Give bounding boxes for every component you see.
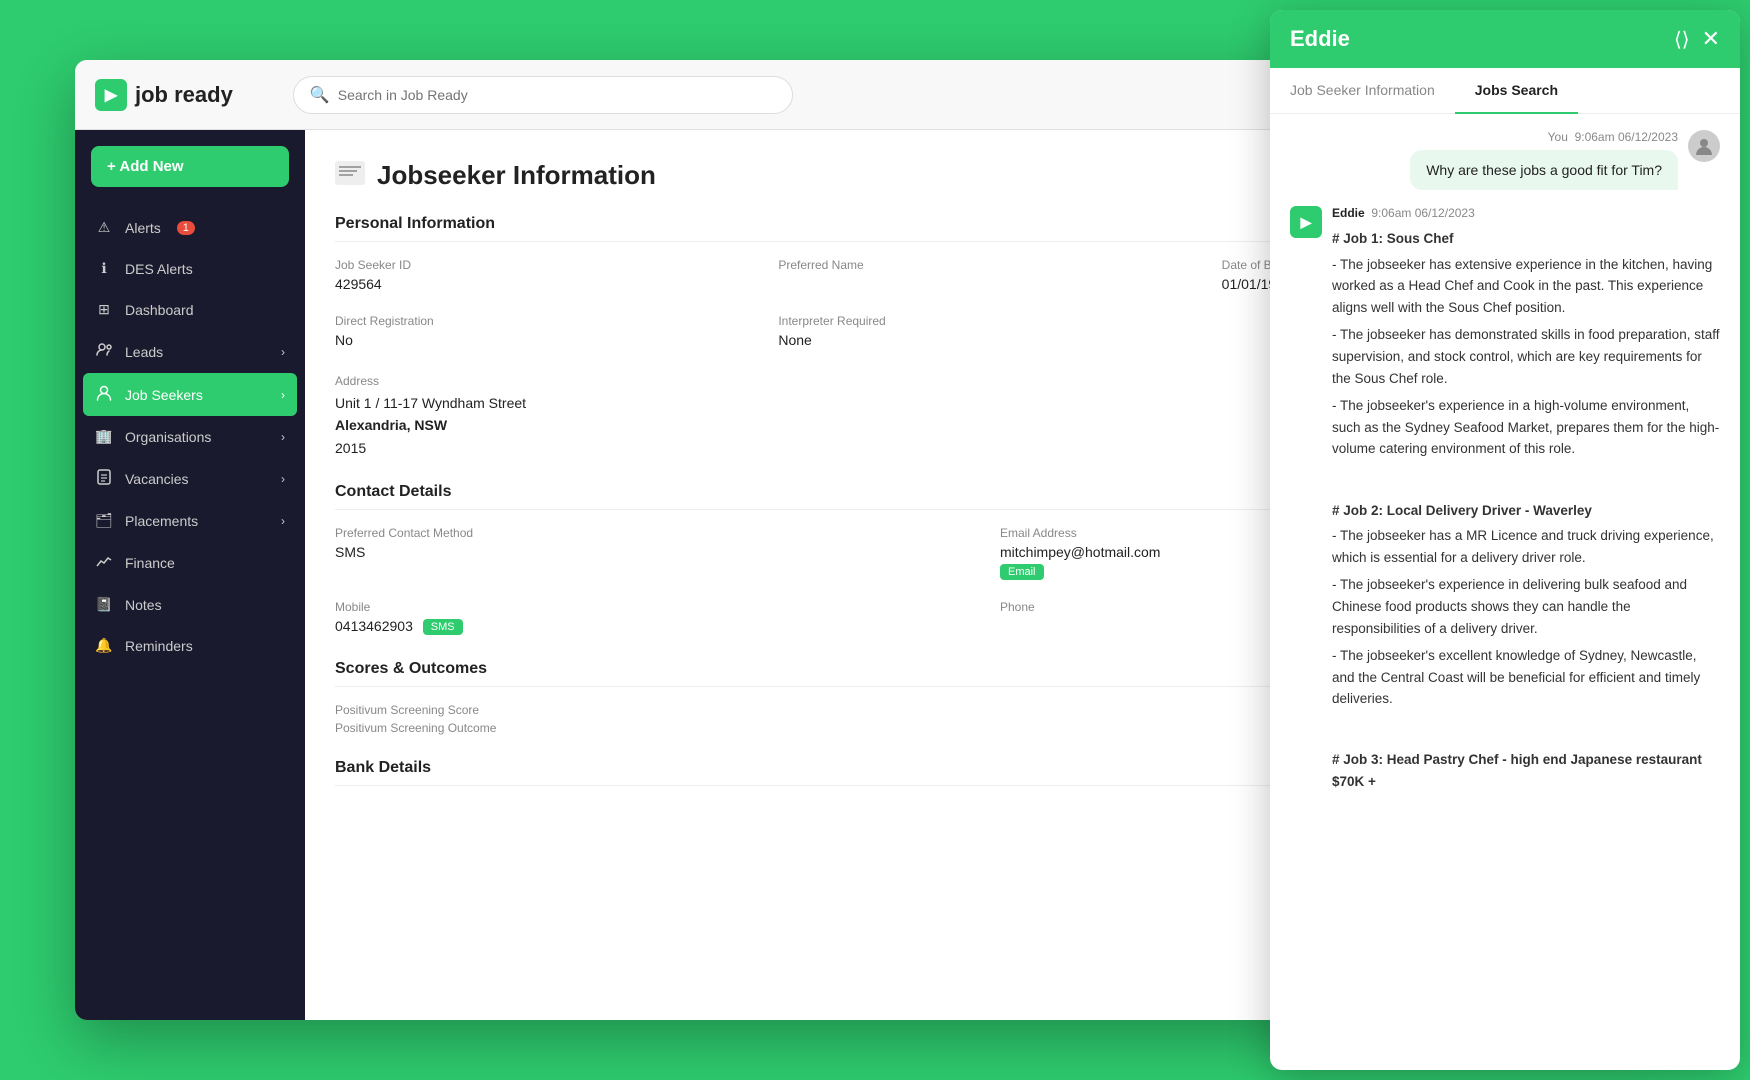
alerts-badge: 1 <box>177 221 195 235</box>
search-bar[interactable]: 🔍 <box>293 76 793 114</box>
sidebar-item-alerts[interactable]: ⚠ Alerts 1 <box>75 207 305 248</box>
placements-chevron-icon: › <box>281 514 285 528</box>
sidebar-label-alerts: Alerts <box>125 220 161 236</box>
sidebar-label-vacancies: Vacancies <box>125 471 189 487</box>
sidebar-item-reminders[interactable]: 🔔 Reminders <box>75 625 305 666</box>
user-time: 9:06am 06/12/2023 <box>1575 130 1678 144</box>
alert-icon: ⚠ <box>95 219 113 236</box>
sidebar-item-leads[interactable]: Leads › <box>75 330 305 373</box>
job-seekers-icon <box>95 385 113 404</box>
interpreter-value: None <box>778 332 811 348</box>
eddie-tabs: Job Seeker Information Jobs Search <box>1270 68 1740 114</box>
eddie-messages: You 9:06am 06/12/2023 Why are these jobs… <box>1270 114 1740 1070</box>
eddie-message-meta: Eddie 9:06am 06/12/2023 <box>1332 206 1720 220</box>
sidebar-item-des-alerts[interactable]: ℹ DES Alerts <box>75 248 305 289</box>
jobseeker-id-value: 429564 <box>335 276 382 292</box>
eddie-code-icon[interactable]: ⟨⟩ <box>1674 27 1690 52</box>
direct-reg-field: Direct Registration No <box>335 314 758 350</box>
leads-icon <box>95 342 113 361</box>
add-new-button[interactable]: + Add New <box>91 146 289 187</box>
mobile-number: 0413462903 <box>335 618 413 634</box>
tab-job-seeker-info[interactable]: Job Seeker Information <box>1270 68 1455 114</box>
search-input[interactable] <box>338 87 776 103</box>
sidebar-label-organisations: Organisations <box>125 429 211 445</box>
sidebar-item-finance[interactable]: Finance <box>75 541 305 584</box>
eddie-close-icon[interactable]: ✕ <box>1702 26 1720 52</box>
direct-reg-label: Direct Registration <box>335 314 758 328</box>
des-alerts-icon: ℹ <box>95 260 113 277</box>
sidebar-item-placements[interactable]: 🗂 Placements › <box>75 500 305 541</box>
user-sender: You <box>1548 130 1568 144</box>
sidebar-label-des-alerts: DES Alerts <box>125 261 193 277</box>
vacancies-chevron-icon: › <box>281 472 285 486</box>
user-message-meta: You 9:06am 06/12/2023 <box>1410 130 1678 144</box>
user-avatar <box>1688 130 1720 162</box>
tab-jobs-search[interactable]: Jobs Search <box>1455 68 1578 114</box>
vacancies-icon <box>95 469 113 488</box>
page-title-icon <box>335 161 365 191</box>
logo-icon: ▶ <box>95 79 127 111</box>
organisations-chevron-icon: › <box>281 430 285 444</box>
sidebar-item-dashboard[interactable]: ⊞ Dashboard <box>75 289 305 330</box>
eddie-time: 9:06am 06/12/2023 <box>1371 206 1474 220</box>
eddie-header: Eddie ⟨⟩ ✕ <box>1270 10 1740 68</box>
reminders-icon: 🔔 <box>95 637 113 654</box>
dashboard-icon: ⊞ <box>95 301 113 318</box>
eddie-message: ▶ Eddie 9:06am 06/12/2023 # Job 1: Sous … <box>1290 206 1720 797</box>
preferred-name-field: Preferred Name <box>778 258 1201 294</box>
jobseeker-id-field: Job Seeker ID 429564 <box>335 258 758 294</box>
sidebar-label-dashboard: Dashboard <box>125 302 194 318</box>
sidebar-label-job-seekers: Job Seekers <box>125 387 203 403</box>
eddie-sender: Eddie <box>1332 206 1365 220</box>
sidebar-label-reminders: Reminders <box>125 638 193 654</box>
sidebar-item-job-seekers[interactable]: Job Seekers › <box>83 373 297 416</box>
logo: ▶ job ready <box>95 79 233 111</box>
interpreter-field: Interpreter Required None <box>778 314 1201 350</box>
user-message: You 9:06am 06/12/2023 Why are these jobs… <box>1290 130 1720 190</box>
sidebar-item-organisations[interactable]: 🏢 Organisations › <box>75 416 305 457</box>
email-badge: Email <box>1000 564 1044 580</box>
logo-text: job ready <box>135 82 233 108</box>
search-icon: 🔍 <box>310 85 330 105</box>
job-seekers-chevron-icon: › <box>281 388 285 402</box>
sidebar-item-notes[interactable]: 📓 Notes <box>75 584 305 625</box>
placements-icon: 🗂 <box>95 512 113 529</box>
preferred-name-label: Preferred Name <box>778 258 1201 272</box>
mobile-field: Mobile 0413462903 SMS <box>335 600 980 636</box>
eddie-panel: Eddie ⟨⟩ ✕ Job Seeker Information Jobs S… <box>1270 10 1740 1070</box>
user-bubble: Why are these jobs a good fit for Tim? <box>1410 150 1678 190</box>
eddie-message-content: Eddie 9:06am 06/12/2023 # Job 1: Sous Ch… <box>1332 206 1720 797</box>
notes-icon: 📓 <box>95 596 113 613</box>
eddie-bubble: # Job 1: Sous Chef- The jobseeker has ex… <box>1332 228 1720 793</box>
sidebar: + Add New ⚠ Alerts 1 ℹ DES Alerts ⊞ Dash… <box>75 130 305 1020</box>
eddie-avatar-icon: ▶ <box>1290 206 1322 238</box>
contact-method-label: Preferred Contact Method <box>335 526 980 540</box>
direct-reg-value: No <box>335 332 353 348</box>
mobile-label: Mobile <box>335 600 980 614</box>
user-message-content: You 9:06am 06/12/2023 Why are these jobs… <box>1410 130 1678 190</box>
jobseeker-id-label: Job Seeker ID <box>335 258 758 272</box>
sidebar-label-leads: Leads <box>125 344 163 360</box>
leads-chevron-icon: › <box>281 345 285 359</box>
contact-method-field: Preferred Contact Method SMS <box>335 526 980 580</box>
organisations-icon: 🏢 <box>95 428 113 445</box>
interpreter-label: Interpreter Required <box>778 314 1201 328</box>
sidebar-label-finance: Finance <box>125 555 175 571</box>
page-title: Jobseeker Information <box>377 160 656 191</box>
sms-badge: SMS <box>423 619 463 635</box>
eddie-controls: ⟨⟩ ✕ <box>1674 26 1720 52</box>
contact-method-value: SMS <box>335 544 365 560</box>
sidebar-label-placements: Placements <box>125 513 198 529</box>
sidebar-item-vacancies[interactable]: Vacancies › <box>75 457 305 500</box>
finance-icon <box>95 553 113 572</box>
sidebar-label-notes: Notes <box>125 597 162 613</box>
mobile-value: 0413462903 SMS <box>335 618 463 634</box>
eddie-title: Eddie <box>1290 26 1350 52</box>
